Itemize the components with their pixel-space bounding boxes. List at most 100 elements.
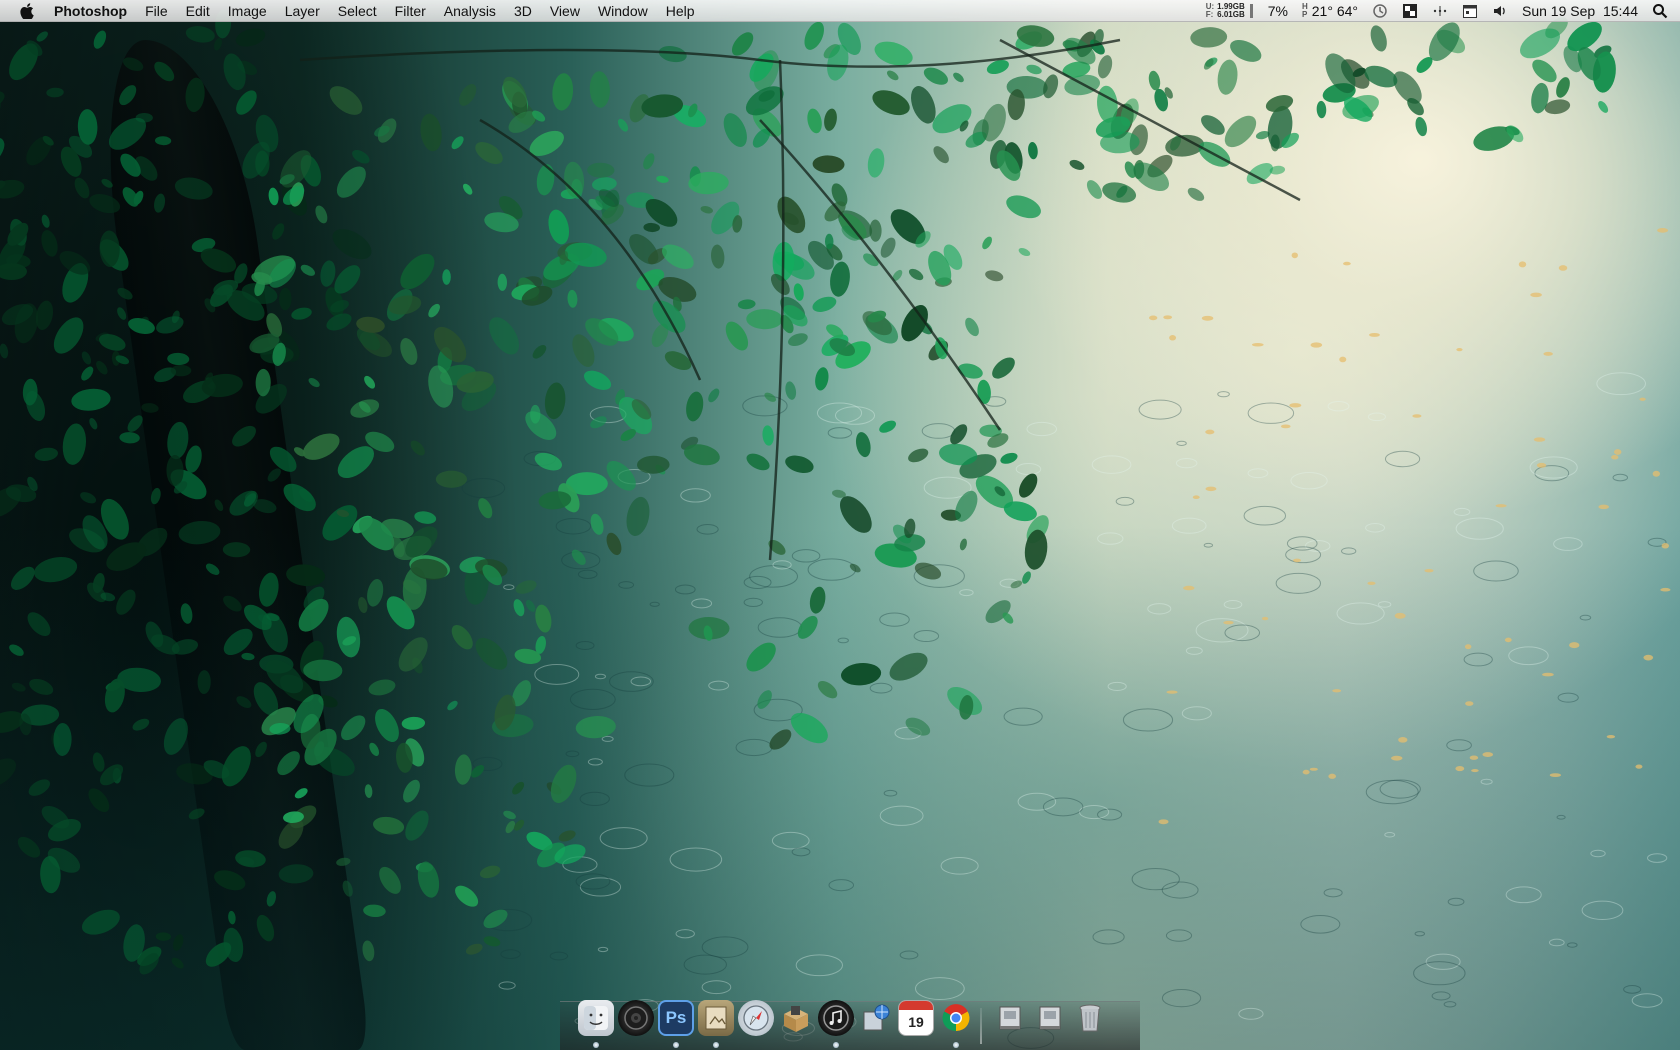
leaf: [804, 21, 824, 50]
memory-free-value: 6.01GB: [1217, 10, 1245, 19]
menu-edit[interactable]: Edit: [177, 0, 219, 22]
trash-icon[interactable]: [1072, 1000, 1108, 1036]
safari-icon[interactable]: [738, 1000, 774, 1036]
finder-icon[interactable]: [578, 1000, 614, 1036]
chrome-icon[interactable]: [938, 1000, 974, 1036]
leaf: [965, 317, 979, 337]
leaf: [241, 652, 255, 661]
leaf: [817, 680, 838, 699]
leaf: [0, 91, 5, 109]
leaf: [279, 287, 292, 311]
leaf: [731, 32, 754, 56]
leaf: [336, 616, 361, 658]
leaf: [236, 696, 252, 709]
leaf: [513, 599, 525, 617]
menu-layer[interactable]: Layer: [276, 0, 329, 22]
menu-file[interactable]: File: [136, 0, 177, 22]
leaf: [400, 338, 418, 365]
leaf: [414, 511, 437, 524]
leaf: [587, 162, 615, 178]
menu-image[interactable]: Image: [219, 0, 276, 22]
leaf: [283, 483, 316, 512]
leaf: [785, 455, 814, 473]
leaf: [840, 663, 882, 686]
leaf: [154, 136, 172, 146]
leaf: [723, 113, 747, 147]
drive-icon[interactable]: [1032, 1000, 1068, 1036]
leaf: [300, 264, 316, 276]
leaf: [294, 788, 308, 799]
leaf: [558, 830, 576, 842]
leaf: [824, 233, 834, 250]
speaker-icon[interactable]: [618, 1000, 654, 1036]
leaf: [255, 741, 267, 758]
leaf: [788, 333, 808, 347]
leaf: [178, 520, 221, 545]
leaf: [1316, 100, 1327, 119]
leaf: [809, 586, 826, 614]
leaf: [725, 321, 749, 351]
calendar-icon[interactable]: 19: [898, 1000, 934, 1036]
preview-icon[interactable]: [698, 1000, 734, 1036]
leaf: [451, 136, 464, 150]
clock-text: Sun 19 Sep 15:44: [1522, 3, 1638, 19]
itunes-icon[interactable]: [818, 1000, 854, 1036]
memory-monitor[interactable]: U: F: 1.99GB 6.01GB: [1200, 0, 1261, 22]
menu-filter[interactable]: Filter: [386, 0, 435, 22]
leaf: [1598, 101, 1609, 113]
leaf: [455, 885, 479, 907]
photoshop-icon[interactable]: Ps: [658, 1000, 694, 1036]
box-icon[interactable]: [778, 1000, 814, 1036]
leaf: [9, 644, 24, 656]
leaf: [74, 177, 90, 199]
spaces-icon[interactable]: [1395, 0, 1425, 22]
leaf: [1097, 55, 1113, 79]
leaf: [116, 589, 136, 615]
photoshop-label: Ps: [665, 1008, 687, 1027]
leaf: [479, 865, 501, 879]
leaf: [769, 729, 792, 750]
leaf: [163, 718, 188, 755]
cpu-monitor[interactable]: 7%: [1261, 0, 1295, 22]
leaf: [0, 539, 1, 555]
drive-icon[interactable]: [992, 1000, 1028, 1036]
leaf: [358, 596, 368, 614]
leaf: [590, 416, 607, 429]
leaf: [762, 425, 774, 446]
leaf: [171, 957, 184, 969]
leaf: [119, 432, 140, 444]
menu-view[interactable]: View: [541, 0, 589, 22]
leaf: [536, 164, 555, 196]
volume-icon[interactable]: [1485, 0, 1515, 22]
menu-help[interactable]: Help: [657, 0, 704, 22]
calendar-menu-icon[interactable]: [1455, 0, 1485, 22]
menu-3d[interactable]: 3D: [505, 0, 541, 22]
time-machine-icon[interactable]: [1365, 0, 1395, 22]
menu-select[interactable]: Select: [329, 0, 386, 22]
clock[interactable]: Sun 19 Sep 15:44: [1515, 0, 1645, 22]
leaf: [478, 498, 493, 519]
leaf: [223, 595, 242, 612]
network-icon[interactable]: [858, 1000, 894, 1036]
leaf: [626, 496, 650, 537]
menu-window[interactable]: Window: [589, 0, 657, 22]
leaf: [532, 345, 547, 359]
leaf: [1010, 580, 1023, 589]
leaf: [308, 378, 320, 388]
leaf: [188, 808, 205, 820]
weather-status[interactable]: H P 21° 64°: [1295, 0, 1365, 22]
leaf: [1006, 195, 1041, 219]
calendar-header: [899, 1001, 933, 1010]
leaf: [914, 562, 942, 580]
bluetooth-icon[interactable]: [1425, 0, 1455, 22]
menu-analysis[interactable]: Analysis: [435, 0, 505, 22]
apple-menu-icon[interactable]: [16, 0, 38, 22]
leaf: [222, 542, 251, 558]
leaf: [590, 513, 604, 535]
menu-app-name[interactable]: Photoshop: [50, 0, 136, 22]
leaf: [497, 273, 508, 291]
leaf: [214, 499, 224, 512]
spotlight-search-icon[interactable]: [1645, 0, 1680, 22]
leaf: [180, 603, 193, 624]
leaf: [166, 455, 184, 487]
